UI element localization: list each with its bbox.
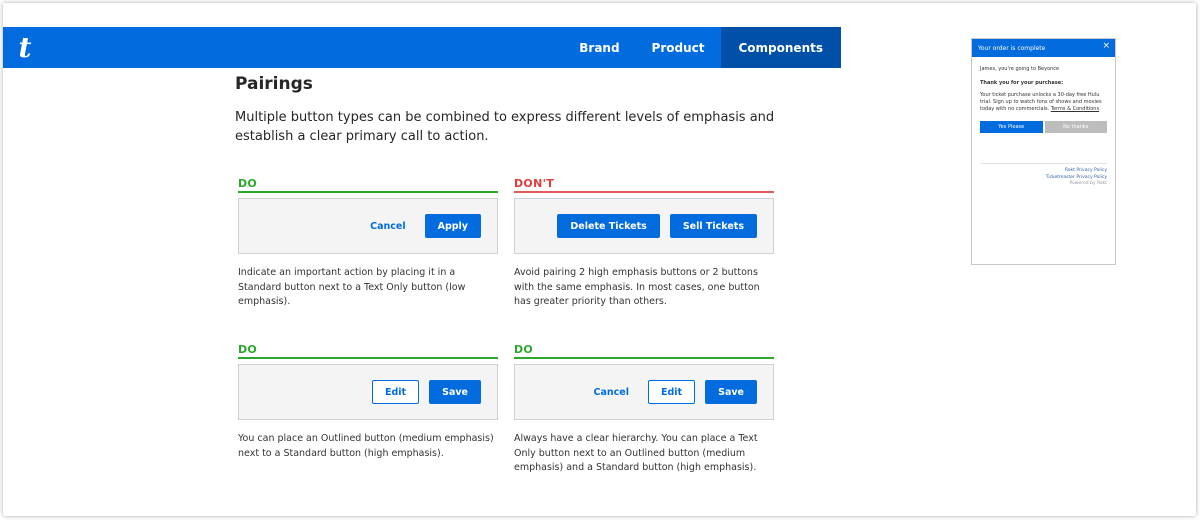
example-description: Avoid pairing 2 high emphasis buttons or… xyxy=(514,267,760,307)
delete-tickets-button[interactable]: Delete Tickets xyxy=(557,214,660,238)
example-stage: Cancel Edit Save xyxy=(514,364,774,420)
apply-button[interactable]: Apply xyxy=(424,214,481,238)
do-label: DO xyxy=(238,177,498,193)
example-description: Indicate an important action by placing … xyxy=(238,267,466,307)
nav-item-brand[interactable]: Brand xyxy=(563,27,635,68)
example-do-three-level: DO Cancel Edit Save Always have a clear … xyxy=(514,343,774,476)
modal-footer-links: Rokt Privacy Policy Ticketmaster Privacy… xyxy=(1046,168,1107,188)
edit-button[interactable]: Edit xyxy=(648,380,696,404)
ticketmaster-logo[interactable]: t xyxy=(3,27,47,68)
example-do-text-standard: DO Cancel Apply Indicate an important ac… xyxy=(238,177,498,310)
do-label: DO xyxy=(238,343,498,359)
save-button[interactable]: Save xyxy=(705,380,757,404)
example-stage: Delete Tickets Sell Tickets xyxy=(514,198,774,254)
sell-tickets-button[interactable]: Sell Tickets xyxy=(669,214,757,238)
modal-body: James, you're going to Beyonce Thank you… xyxy=(972,57,1115,133)
example-description: Always have a clear hierarchy. You can p… xyxy=(514,433,758,473)
no-thanks-button[interactable]: No thanks xyxy=(1044,121,1107,133)
example-stage: Edit Save xyxy=(238,364,498,420)
example-do-outline-standard: DO Edit Save You can place an Outlined b… xyxy=(238,343,498,461)
cancel-button[interactable]: Cancel xyxy=(361,214,414,238)
main-nav: Brand Product Components xyxy=(563,27,841,68)
cancel-button[interactable]: Cancel xyxy=(585,380,638,404)
terms-link[interactable]: Terms & Conditions xyxy=(1051,106,1099,112)
nav-item-product[interactable]: Product xyxy=(636,27,721,68)
modal-greeting: James, you're going to Beyonce xyxy=(980,66,1060,72)
modal-title: Your order is complete xyxy=(978,44,1046,52)
example-stage: Cancel Apply xyxy=(238,198,498,254)
modal-thanks: Thank you for your purchase: xyxy=(980,80,1064,86)
close-icon[interactable]: × xyxy=(1102,41,1110,51)
yes-please-button[interactable]: Yes Please xyxy=(980,121,1043,133)
section-title: Pairings xyxy=(235,74,313,94)
section-intro: Multiple button types can be combined to… xyxy=(235,110,775,144)
dont-label: DON'T xyxy=(514,177,774,193)
modal-header: Your order is complete × xyxy=(972,39,1115,57)
modal-offer-text: Your ticket purchase unlocks a 30-day fr… xyxy=(980,92,1107,113)
example-dont-two-standard: DON'T Delete Tickets Sell Tickets Avoid … xyxy=(514,177,774,310)
modal-actions: Yes Please No thanks xyxy=(980,121,1107,133)
edit-button[interactable]: Edit xyxy=(372,380,420,404)
save-button[interactable]: Save xyxy=(429,380,481,404)
top-navigation-bar: t Brand Product Components xyxy=(3,27,841,68)
do-label: DO xyxy=(514,343,774,359)
nav-item-components[interactable]: Components xyxy=(720,27,841,68)
powered-by-text: Powered by Rokt xyxy=(1069,181,1107,186)
order-complete-modal: Your order is complete × James, you're g… xyxy=(971,38,1116,265)
example-description: You can place an Outlined button (medium… xyxy=(238,433,494,459)
modal-divider xyxy=(980,163,1107,164)
main-content: Pairings Multiple button types can be co… xyxy=(235,72,775,146)
